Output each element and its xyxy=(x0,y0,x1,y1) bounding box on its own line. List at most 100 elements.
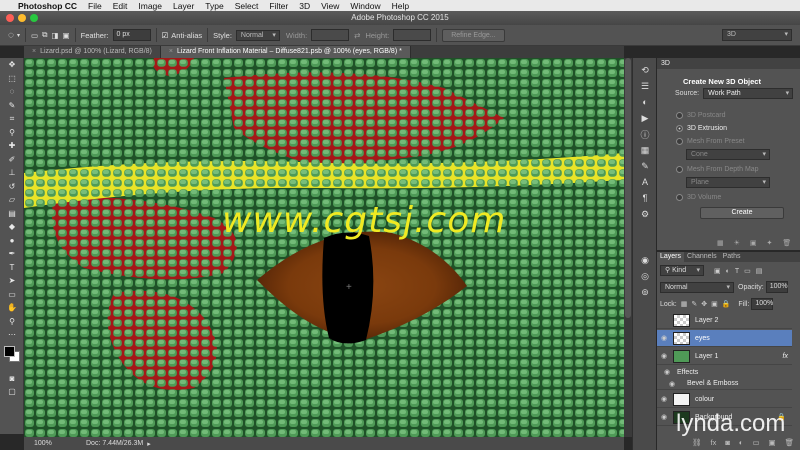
scrollbar-thumb[interactable] xyxy=(625,58,631,318)
adjustment-icon[interactable]: ◐ xyxy=(739,438,744,447)
eye-icon[interactable]: ◉ xyxy=(657,334,671,342)
tab-layers[interactable]: Layers xyxy=(657,252,685,262)
swatches-panel-icon[interactable]: ▦ xyxy=(633,142,657,158)
eye-icon[interactable]: ◉ xyxy=(657,395,671,403)
more-tools-icon[interactable]: ⋯ xyxy=(0,328,24,342)
layer-name[interactable]: eyes xyxy=(695,335,710,342)
fx-add-icon[interactable]: fx xyxy=(711,438,717,447)
blur-tool-icon[interactable]: ◆ xyxy=(0,220,24,234)
color-swatches[interactable] xyxy=(0,342,23,372)
option-mesh-from-preset[interactable]: Mesh From Preset xyxy=(676,138,800,145)
depthmap-select[interactable]: Plane xyxy=(686,177,770,188)
actions-panel-icon[interactable]: ▶ xyxy=(633,110,657,126)
brush-tool-icon[interactable]: ✐ xyxy=(0,153,24,167)
zoom-level[interactable]: 100% xyxy=(34,440,74,447)
option-mesh-from-depth-map[interactable]: Mesh From Depth Map xyxy=(676,166,800,173)
screen-mode-icon[interactable]: ▢ xyxy=(0,385,24,399)
create-button[interactable]: Create xyxy=(700,207,784,219)
info-panel-icon[interactable]: ⓘ xyxy=(633,126,657,142)
menu-help[interactable]: Help xyxy=(392,1,409,11)
trash-icon[interactable]: 🗑 xyxy=(785,438,795,447)
menu-window[interactable]: Window xyxy=(350,1,380,11)
height-input[interactable] xyxy=(393,29,432,41)
opacity-input[interactable]: 100% xyxy=(765,281,788,293)
history-panel-icon[interactable]: ⟲ xyxy=(633,62,657,78)
menu-layer[interactable]: Layer xyxy=(173,1,194,11)
close-tab-icon[interactable]: × xyxy=(32,48,36,55)
zoom-tool-icon[interactable]: ⚲ xyxy=(0,315,24,329)
menu-app-name[interactable]: Photoshop CC xyxy=(18,1,77,11)
lasso-tool-icon[interactable]: ◌ xyxy=(0,85,24,99)
workspace-select[interactable]: 3D xyxy=(722,29,792,41)
layer-effect-row[interactable]: ◉ Bevel & Emboss xyxy=(657,378,792,390)
menu-view[interactable]: View xyxy=(321,1,339,11)
minimize-window-icon[interactable] xyxy=(18,14,26,22)
mask-icon[interactable]: ◙ xyxy=(725,438,730,447)
layer-row[interactable]: ◉ Layer 1 fx xyxy=(657,348,792,365)
eyedropper-tool-icon[interactable]: ⚲ xyxy=(0,126,24,140)
radio-icon[interactable] xyxy=(676,112,683,119)
eye-icon[interactable]: ◉ xyxy=(657,413,671,421)
layer-name[interactable]: Layer 1 xyxy=(695,353,718,360)
layer-row-selected[interactable]: ◉ eyes xyxy=(657,330,792,347)
tab-channels[interactable]: Channels xyxy=(684,252,720,262)
clone-stamp-tool-icon[interactable]: ⊥ xyxy=(0,166,24,180)
add-selection-icon[interactable]: ⧉ xyxy=(42,30,47,40)
menu-filter[interactable]: Filter xyxy=(269,1,288,11)
antialias-checkbox-icon[interactable]: ☑ xyxy=(162,31,169,40)
option-3d-postcard[interactable]: 3D Postcard xyxy=(676,112,800,119)
fill-input[interactable]: 100% xyxy=(751,298,774,310)
new-layer-icon[interactable]: ▣ xyxy=(769,438,776,447)
properties-panel-icon[interactable]: ☰ xyxy=(633,78,657,94)
folder-icon[interactable]: ▭ xyxy=(752,438,759,447)
style-select[interactable]: Normal xyxy=(235,29,280,41)
lock-icons[interactable]: ▦✎✥▣🔒 xyxy=(681,300,735,308)
gradient-tool-icon[interactable]: ▤ xyxy=(0,207,24,221)
character-panel-icon[interactable]: A xyxy=(633,174,657,190)
eye-icon[interactable]: ◉ xyxy=(657,368,677,376)
brush-panel-icon[interactable]: ✎ xyxy=(633,158,657,174)
scene-icon[interactable]: ▦ xyxy=(717,239,724,247)
close-window-icon[interactable] xyxy=(6,14,14,22)
tab-diffuse[interactable]: × Lizard Front Inflation Material – Diffu… xyxy=(160,46,411,58)
feather-input[interactable]: 0 px xyxy=(112,29,151,41)
lasso-tool-preset-icon[interactable]: ◌ xyxy=(8,30,14,41)
width-input[interactable] xyxy=(311,29,350,41)
menu-type[interactable]: Type xyxy=(205,1,223,11)
swap-icon[interactable]: ⇄ xyxy=(354,31,360,40)
history-brush-tool-icon[interactable]: ↺ xyxy=(0,180,24,194)
radio-icon[interactable] xyxy=(676,125,683,132)
subtract-selection-icon[interactable]: ◨ xyxy=(51,31,58,40)
new-light-icon[interactable]: ✦ xyxy=(767,239,773,247)
eye-icon[interactable]: ◉ xyxy=(657,352,671,360)
adjustments-panel-icon[interactable]: ◐ xyxy=(633,94,657,110)
layer-row[interactable]: ◉ colour xyxy=(657,391,792,408)
menu-3d[interactable]: 3D xyxy=(299,1,310,11)
close-tab-icon[interactable]: × xyxy=(169,48,173,55)
shape-tool-icon[interactable]: ▭ xyxy=(0,288,24,302)
type-tool-icon[interactable]: T xyxy=(0,261,24,275)
healing-brush-tool-icon[interactable]: ✚ xyxy=(0,139,24,153)
document-canvas[interactable]: + xyxy=(24,58,624,437)
link-icon[interactable]: ⛓ xyxy=(692,438,702,447)
radio-icon[interactable] xyxy=(676,138,683,145)
path-select-tool-icon[interactable]: ➤ xyxy=(0,274,24,288)
chevron-right-icon[interactable]: ▸ xyxy=(147,440,151,448)
menu-select[interactable]: Select xyxy=(235,1,259,11)
vertical-scrollbar[interactable] xyxy=(624,58,632,437)
intersect-selection-icon[interactable]: ▣ xyxy=(63,31,70,40)
filter-kind-select[interactable]: ⚲ Kind xyxy=(660,265,704,276)
layer-name[interactable]: Layer 2 xyxy=(695,317,718,324)
eraser-tool-icon[interactable]: ▱ xyxy=(0,193,24,207)
quick-select-tool-icon[interactable]: ✎ xyxy=(0,99,24,113)
effect-name[interactable]: Bevel & Emboss xyxy=(687,380,738,387)
fx-icon[interactable]: fx xyxy=(783,353,788,360)
trash-icon[interactable]: 🗑 xyxy=(782,239,791,247)
light-icon[interactable]: ☀ xyxy=(734,239,740,247)
paragraph-panel-icon[interactable]: ¶ xyxy=(633,190,657,206)
layer-name[interactable]: colour xyxy=(695,396,714,403)
option-3d-volume[interactable]: 3D Volume xyxy=(676,194,800,201)
tool-presets-icon[interactable]: ⚙ xyxy=(633,206,657,222)
eye-icon[interactable]: ◉ xyxy=(657,380,687,388)
tab-paths[interactable]: Paths xyxy=(720,252,744,262)
